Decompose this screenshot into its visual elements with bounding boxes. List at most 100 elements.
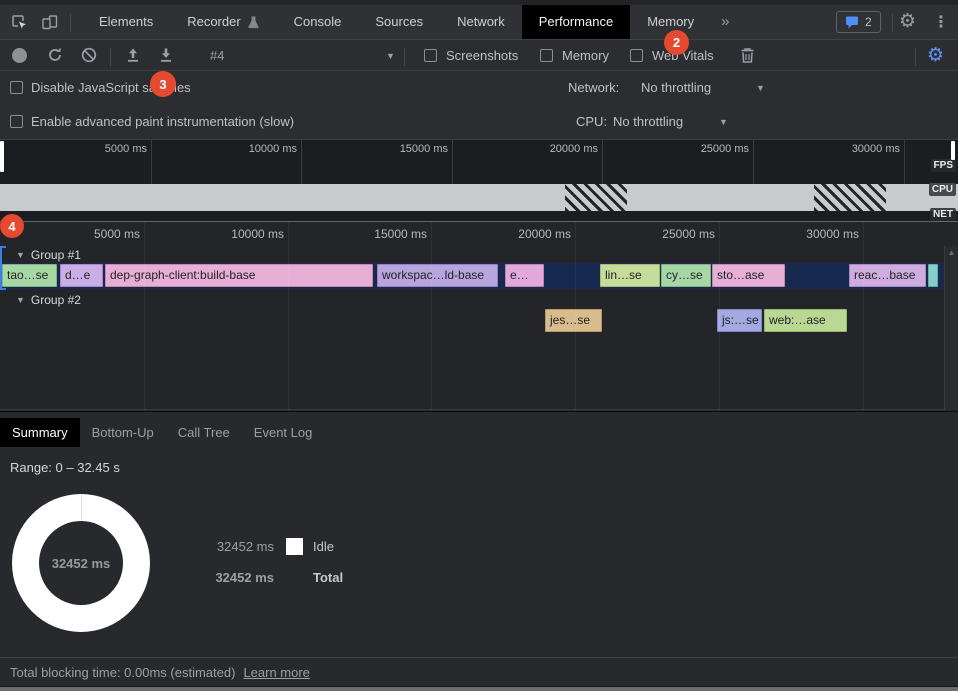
network-throttle-value[interactable]: No throttling	[641, 80, 711, 95]
ruler-tick-label: 15000 ms	[341, 227, 427, 241]
panel-tabs: Elements Recorder Console Sources Networ…	[82, 5, 739, 39]
tab-elements[interactable]: Elements	[82, 5, 170, 39]
tab-call-tree[interactable]: Call Tree	[166, 418, 242, 447]
disable-js-samples-checkbox[interactable]	[10, 81, 23, 94]
flame-bar[interactable]: js:…se	[717, 309, 762, 332]
tab-label: Performance	[539, 5, 613, 39]
group1-header[interactable]: ▼ Group #1	[16, 247, 81, 263]
load-profile-icon[interactable]	[124, 46, 142, 64]
ruler-tick-label: 10000 ms	[211, 143, 297, 155]
bottom-edge-strip	[0, 686, 958, 691]
learn-more-link[interactable]: Learn more	[243, 665, 309, 680]
ruler-tick-label: 20000 ms	[512, 143, 598, 155]
flame-bar[interactable]: cy…se	[661, 264, 711, 287]
details-tabs: Summary Bottom-Up Call Tree Event Log	[0, 418, 324, 447]
tab-network[interactable]: Network	[440, 5, 522, 39]
flame-scrollbar[interactable]: ▲	[944, 246, 958, 410]
more-tabs-button[interactable]: »	[711, 5, 739, 39]
ruler-tick-label: 20000 ms	[485, 227, 571, 241]
tab-console[interactable]: Console	[277, 5, 359, 39]
kebab-menu-icon[interactable]: ⋮	[933, 10, 949, 36]
summary-legend: 32452 ms Idle 32452 ms Total	[205, 537, 343, 599]
flame-bar[interactable]	[928, 264, 938, 287]
legend-value: 32452 ms	[205, 570, 274, 585]
tab-label: Network	[457, 5, 505, 39]
tab-summary[interactable]: Summary	[0, 418, 80, 447]
ruler-tick-label: 5000 ms	[61, 143, 147, 155]
ruler-tick-label: 25000 ms	[629, 227, 715, 241]
devtools-tab-bar: Elements Recorder Console Sources Networ…	[0, 5, 958, 40]
memory-label[interactable]: Memory	[562, 48, 609, 63]
flame-bar[interactable]: e…	[505, 264, 544, 287]
trash-icon[interactable]	[739, 46, 756, 65]
tab-bottom-up[interactable]: Bottom-Up	[80, 418, 166, 447]
flame-bar[interactable]: sto…ase	[712, 264, 785, 287]
capture-settings-gear-icon[interactable]: ⚙	[927, 42, 944, 70]
cpu-lane-label: CPU	[929, 183, 956, 196]
tab-recorder[interactable]: Recorder	[170, 5, 276, 39]
chevron-down-icon[interactable]: ▼	[719, 117, 728, 127]
flame-bar[interactable]: d…e	[60, 264, 103, 287]
summary-donut-chart: 32452 ms	[12, 494, 150, 632]
details-panel: Summary Bottom-Up Call Tree Event Log Ra…	[0, 411, 958, 691]
overview-cpu-band	[0, 184, 958, 211]
ruler-tick	[719, 222, 720, 410]
tab-label: Recorder	[187, 5, 240, 39]
save-profile-icon[interactable]	[157, 46, 175, 64]
cpu-throttle-label: CPU:	[576, 114, 607, 129]
legend-value: 32452 ms	[205, 539, 274, 554]
flame-chart[interactable]: tao…sed…edep-graph-client:build-basework…	[0, 222, 958, 410]
track-selection-bracket	[0, 246, 6, 290]
flame-bar[interactable]: reac…base	[849, 264, 926, 287]
legend-label: Total	[313, 570, 343, 585]
collapse-triangle-icon[interactable]: ▼	[16, 295, 25, 305]
record-button[interactable]	[12, 48, 27, 63]
reload-icon[interactable]	[46, 46, 64, 64]
overview-right-handle[interactable]	[951, 141, 955, 160]
flame-bar[interactable]: lin…se	[600, 264, 660, 287]
notification-badge-3: 3	[150, 71, 176, 97]
advanced-paint-label[interactable]: Enable advanced paint instrumentation (s…	[31, 114, 294, 129]
tab-event-log[interactable]: Event Log	[242, 418, 325, 447]
tab-performance[interactable]: Performance	[522, 5, 630, 39]
tab-sources[interactable]: Sources	[358, 5, 440, 39]
tab-label: Sources	[375, 5, 423, 39]
legend-swatch	[286, 538, 303, 555]
devtools-window: Elements Recorder Console Sources Networ…	[0, 0, 958, 691]
ruler-tick	[431, 222, 432, 410]
issues-counter[interactable]: 2	[836, 11, 881, 33]
cpu-hatch-region	[565, 184, 627, 211]
web-vitals-checkbox[interactable]	[630, 49, 643, 62]
cpu-throttle-value[interactable]: No throttling	[613, 114, 683, 129]
legend-label: Idle	[313, 539, 334, 554]
flame-bar[interactable]: workspac…ld-base	[377, 264, 498, 287]
flame-bar[interactable]: web:…ase	[764, 309, 847, 332]
screenshots-label[interactable]: Screenshots	[446, 48, 518, 63]
summary-footer: Total blocking time: 0.00ms (estimated) …	[0, 657, 958, 686]
ruler-tick-label: 25000 ms	[663, 143, 749, 155]
collapse-triangle-icon[interactable]: ▼	[16, 250, 25, 260]
device-toolbar-icon[interactable]	[40, 13, 59, 31]
chevron-down-icon[interactable]: ▼	[386, 51, 395, 61]
divider	[892, 14, 893, 32]
flame-bar[interactable]: jes…se	[545, 309, 602, 332]
inspect-icon[interactable]	[10, 13, 28, 31]
timeline-overview[interactable]: FPS CPU NET 5000 ms10000 ms15000 ms20000…	[0, 140, 958, 222]
chevron-down-icon[interactable]: ▼	[756, 83, 765, 93]
clear-icon[interactable]	[80, 46, 98, 64]
screenshots-checkbox[interactable]	[424, 49, 437, 62]
tab-label: Elements	[99, 5, 153, 39]
donut-center-value: 32452 ms	[39, 521, 123, 605]
flame-bar[interactable]: tao…se	[2, 264, 57, 287]
issues-count: 2	[865, 15, 872, 29]
memory-checkbox[interactable]	[540, 49, 553, 62]
ruler-tick	[288, 222, 289, 410]
overview-left-handle[interactable]	[0, 141, 4, 172]
group2-header[interactable]: ▼ Group #2	[16, 292, 81, 308]
settings-gear-icon[interactable]: ⚙	[899, 8, 916, 36]
scroll-up-icon[interactable]: ▲	[945, 246, 958, 260]
history-dropdown[interactable]: #4	[210, 48, 224, 63]
advanced-paint-checkbox[interactable]	[10, 115, 23, 128]
divider	[404, 48, 405, 66]
flame-bar[interactable]: dep-graph-client:build-base	[105, 264, 373, 287]
